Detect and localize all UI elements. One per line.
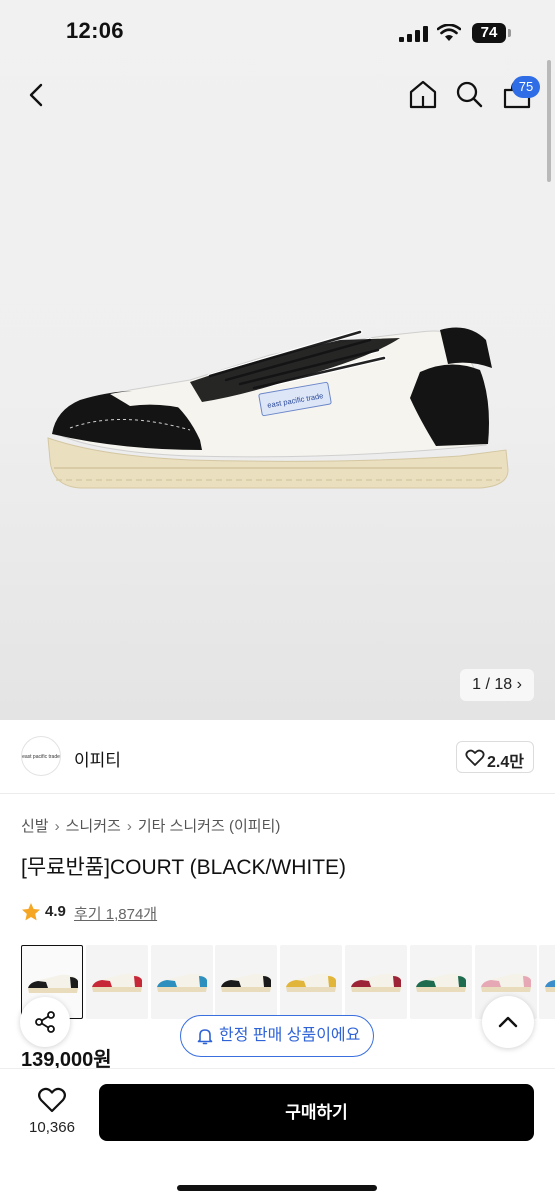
- cart-count-badge: 75: [512, 76, 540, 98]
- swatch-shoe-image: [91, 973, 142, 992]
- chevron-right-icon: ›: [516, 676, 522, 693]
- battery-icon: 74: [472, 23, 512, 43]
- color-swatch-list: [21, 945, 555, 1019]
- wishlist-count: 10,366: [29, 1119, 75, 1136]
- share-icon: [35, 1011, 55, 1033]
- back-arrow-icon[interactable]: [22, 80, 52, 110]
- color-swatch-yellow[interactable]: [280, 945, 343, 1019]
- heart-icon: [465, 749, 485, 766]
- buy-button[interactable]: 구매하기: [99, 1084, 534, 1141]
- battery-level: 74: [480, 24, 498, 41]
- cellular-signal-icon: [399, 26, 428, 42]
- color-swatch-green[interactable]: [409, 945, 472, 1019]
- bell-icon: [197, 1029, 213, 1045]
- color-swatch-beige-blue[interactable]: [150, 945, 213, 1019]
- breadcrumb-item[interactable]: 신발: [21, 818, 49, 835]
- image-counter-text: 1 / 18: [472, 676, 513, 693]
- review-count-link[interactable]: 후기 1,874개: [74, 903, 157, 924]
- color-swatch-burgundy[interactable]: [345, 945, 407, 1019]
- home-indicator: [177, 1185, 377, 1191]
- share-button[interactable]: [20, 997, 70, 1047]
- search-icon[interactable]: [454, 79, 484, 109]
- purchase-bar: 10,366 구매하기: [0, 1068, 555, 1200]
- swatch-shoe-image: [221, 973, 272, 992]
- limited-sale-label: 한정 판매 상품이에요: [219, 1027, 361, 1044]
- swatch-shoe-image: [28, 974, 78, 993]
- chevron-right-icon: ›: [126, 818, 132, 835]
- brand-logo[interactable]: east pacific trade: [21, 736, 61, 776]
- star-icon: [22, 903, 40, 921]
- rating-score: 4.9: [45, 903, 66, 920]
- color-swatch-blue[interactable]: [539, 945, 555, 1019]
- status-time: 12:06: [66, 18, 124, 43]
- limited-sale-notice[interactable]: 한정 판매 상품이에요: [180, 1015, 374, 1057]
- image-counter[interactable]: 1 / 18 ›: [460, 669, 534, 701]
- color-swatch-all-black[interactable]: [215, 945, 278, 1019]
- wifi-icon: [437, 24, 461, 41]
- breadcrumb-item[interactable]: 기타 스니커즈 (이피티): [138, 818, 281, 835]
- swatch-shoe-image: [351, 973, 401, 992]
- breadcrumb-item[interactable]: 스니커즈: [66, 818, 121, 835]
- product-image: east pacific trade: [47, 327, 509, 489]
- swatch-shoe-image: [415, 973, 466, 992]
- swatch-shoe-image: [545, 979, 555, 992]
- swatch-shoe-image: [156, 973, 207, 992]
- heart-icon[interactable]: [37, 1086, 67, 1114]
- brand-name[interactable]: 이피티: [74, 746, 121, 771]
- scrollbar[interactable]: [547, 60, 551, 182]
- brand-like-count: 2.4만: [487, 754, 524, 771]
- swatch-shoe-image: [286, 973, 337, 992]
- chevron-right-icon: ›: [54, 818, 60, 835]
- home-icon[interactable]: [407, 78, 439, 110]
- status-bar: 12:06 74: [0, 0, 555, 62]
- brand-like-button[interactable]: 2.4만: [456, 741, 534, 773]
- breadcrumb: 신발 › 스니커즈 › 기타 스니커즈 (이피티): [21, 815, 280, 836]
- product-title: [무료반품]COURT (BLACK/WHITE): [21, 856, 347, 879]
- color-swatch-red[interactable]: [85, 945, 148, 1019]
- brand-row[interactable]: east pacific trade 이피티 2.4만: [0, 720, 555, 794]
- scroll-to-top-button[interactable]: [482, 996, 534, 1048]
- chevron-up-icon: [498, 1016, 518, 1028]
- swatch-shoe-image: [480, 973, 531, 992]
